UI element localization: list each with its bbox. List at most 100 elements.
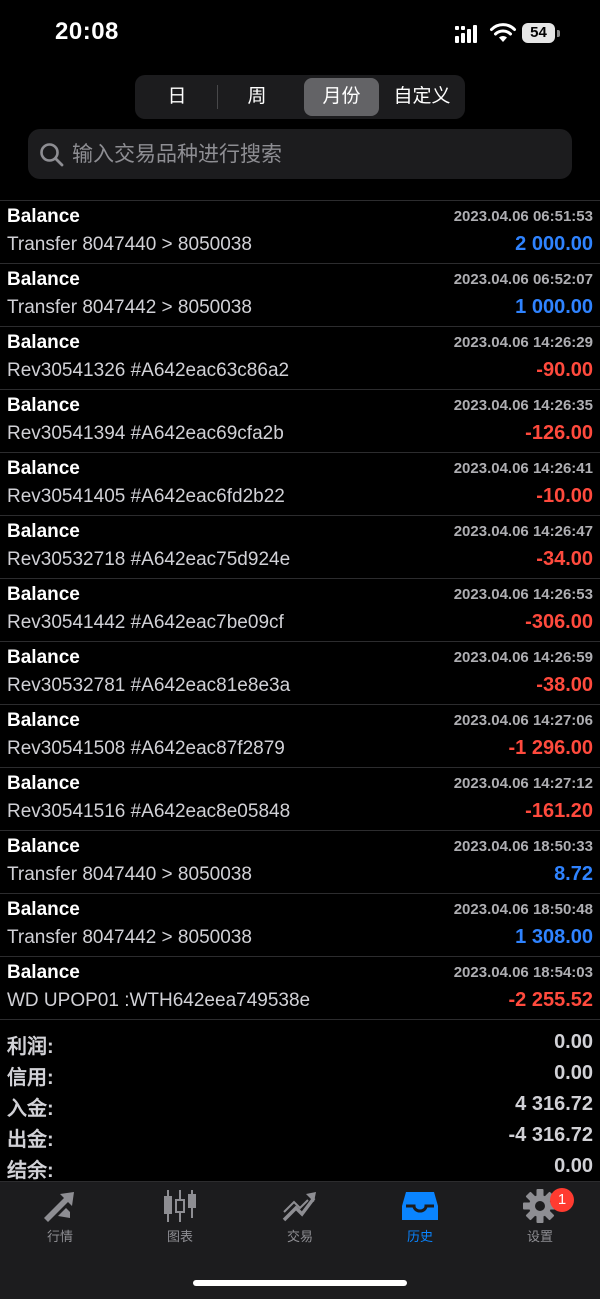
candlestick-chart-icon: [164, 1190, 196, 1222]
transaction-type: Balance: [7, 458, 80, 479]
transaction-comment: Rev30532718 #A642eac75d924e: [7, 549, 291, 570]
transaction-time: 2023.04.06 14:26:59: [453, 649, 593, 666]
tab-week[interactable]: 周: [219, 78, 295, 116]
transaction-time: 2023.04.06 06:51:53: [453, 208, 593, 225]
tab-trade[interactable]: 交易: [240, 1188, 360, 1252]
transaction-row[interactable]: Balance 2023.04.06 14:26:53 Rev30541442 #A…: [0, 578, 600, 641]
summary-value: 0.00: [554, 1155, 593, 1177]
transaction-amount: -306.00: [525, 611, 593, 633]
quotes-arrows-icon: [44, 1192, 74, 1222]
transaction-comment: Transfer 8047442 > 8050038: [7, 927, 252, 948]
tab-month[interactable]: 月份: [304, 78, 379, 116]
transaction-row[interactable]: Balance 2023.04.06 14:27:06 Rev30541508 #A…: [0, 704, 600, 767]
transaction-amount: 1 308.00: [515, 926, 593, 948]
transaction-amount: -161.20: [525, 800, 593, 822]
transaction-type: Balance: [7, 836, 80, 857]
transaction-comment: Transfer 8047440 > 8050038: [7, 234, 252, 255]
tab-chart[interactable]: 图表: [120, 1188, 240, 1252]
search-icon: [40, 143, 64, 167]
transaction-row[interactable]: Balance 2023.04.06 06:51:53 Transfer 80474…: [0, 200, 600, 263]
transaction-row[interactable]: Balance 2023.04.06 14:27:12 Rev30541516 #A…: [0, 767, 600, 830]
transaction-row[interactable]: Balance 2023.04.06 14:26:47 Rev30532718 #A…: [0, 515, 600, 578]
period-segmented-control: 日 周 月份 自定义: [135, 75, 465, 119]
home-indicator[interactable]: [193, 1280, 407, 1286]
transaction-type: Balance: [7, 773, 80, 794]
status-time: 20:08: [55, 18, 119, 45]
transaction-comment: Rev30532781 #A642eac81e8e3a: [7, 675, 291, 696]
transaction-row[interactable]: Balance 2023.04.06 14:26:41 Rev30541405 #A…: [0, 452, 600, 515]
transaction-amount: -10.00: [536, 485, 593, 507]
transaction-type: Balance: [7, 647, 80, 668]
search-input[interactable]: [70, 135, 564, 175]
tab-quotes-label: 行情: [46, 1229, 73, 1244]
summary-row: 入金: 4 316.72: [0, 1090, 600, 1121]
summary-label: 利润:: [7, 1036, 54, 1058]
summary-value: -4 316.72: [508, 1124, 593, 1146]
transaction-amount: 1 000.00: [515, 296, 593, 318]
history-inbox-icon: [402, 1192, 438, 1220]
transaction-row[interactable]: Balance 2023.04.06 18:54:03 WD UPOP01 :WTH…: [0, 956, 600, 1019]
summary-label: 出金:: [7, 1129, 54, 1151]
summary-row: 利润: 0.00: [0, 1028, 600, 1059]
tab-trade-label: 交易: [286, 1229, 313, 1244]
transaction-amount: -34.00: [536, 548, 593, 570]
transaction-amount: -90.00: [536, 359, 593, 381]
search-bar: [28, 129, 572, 179]
transaction-comment: Transfer 8047440 > 8050038: [7, 864, 252, 885]
transaction-time: 2023.04.06 14:26:35: [453, 397, 593, 414]
transaction-type: Balance: [7, 206, 80, 227]
battery-indicator: 54: [522, 23, 562, 45]
transaction-time: 2023.04.06 14:26:41: [453, 460, 593, 477]
tab-settings-label: 设置: [526, 1229, 553, 1244]
transaction-type: Balance: [7, 962, 80, 983]
transaction-row[interactable]: Balance 2023.04.06 18:50:48 Transfer 80474…: [0, 893, 600, 956]
tab-day[interactable]: 日: [139, 78, 215, 116]
transaction-time: 2023.04.06 14:26:29: [453, 334, 593, 351]
transaction-comment: Rev30541516 #A642eac8e05848: [7, 801, 291, 822]
transaction-amount: 2 000.00: [515, 233, 593, 255]
transaction-row[interactable]: Balance 2023.04.06 14:26:29 Rev30541326 #A…: [0, 326, 600, 389]
wifi-icon: [490, 23, 516, 42]
transaction-type: Balance: [7, 269, 80, 290]
transaction-comment: Rev30541394 #A642eac69cfa2b: [7, 423, 284, 444]
transaction-list: Balance 2023.04.06 06:51:53 Transfer 80474…: [0, 200, 600, 1020]
tab-history[interactable]: 历史: [360, 1188, 480, 1252]
transaction-row[interactable]: Balance 2023.04.06 18:50:33 Transfer 80474…: [0, 830, 600, 893]
transaction-amount: -126.00: [525, 422, 593, 444]
transaction-type: Balance: [7, 395, 80, 416]
summary-row: 信用: 0.00: [0, 1059, 600, 1090]
summary-value: 4 316.72: [515, 1093, 593, 1115]
transaction-time: 2023.04.06 14:27:06: [453, 712, 593, 729]
transaction-comment: Transfer 8047442 > 8050038: [7, 297, 252, 318]
tab-settings[interactable]: 设置 1: [480, 1188, 600, 1252]
tab-custom[interactable]: 自定义: [383, 78, 461, 116]
tab-quotes[interactable]: 行情: [0, 1188, 120, 1252]
transaction-time: 2023.04.06 18:54:03: [453, 964, 593, 981]
transaction-type: Balance: [7, 584, 80, 605]
summary-row: 出金: -4 316.72: [0, 1121, 600, 1152]
cellular-signal-icon: [455, 25, 477, 43]
tab-chart-label: 图表: [166, 1229, 193, 1244]
transaction-row[interactable]: Balance 2023.04.06 14:26:35 Rev30541394 #A…: [0, 389, 600, 452]
summary-label: 入金:: [7, 1098, 54, 1120]
transaction-time: 2023.04.06 14:26:47: [453, 523, 593, 540]
transaction-amount: -2 255.52: [508, 989, 593, 1011]
transaction-row[interactable]: Balance 2023.04.06 14:26:59 Rev30532781 #A…: [0, 641, 600, 704]
transaction-comment: Rev30541405 #A642eac6fd2b22: [7, 486, 285, 507]
transaction-amount: 8.72: [554, 863, 593, 885]
transaction-time: 2023.04.06 14:27:12: [453, 775, 593, 792]
transaction-type: Balance: [7, 332, 80, 353]
list-divider: [0, 1019, 600, 1020]
transaction-time: 2023.04.06 06:52:07: [453, 271, 593, 288]
transaction-comment: Rev30541508 #A642eac87f2879: [7, 738, 285, 759]
summary-label: 信用:: [7, 1067, 54, 1089]
transaction-comment: Rev30541326 #A642eac63c86a2: [7, 360, 290, 381]
transaction-time: 2023.04.06 14:26:53: [453, 586, 593, 603]
transaction-type: Balance: [7, 521, 80, 542]
transaction-row[interactable]: Balance 2023.04.06 06:52:07 Transfer 80474…: [0, 263, 600, 326]
bottom-tab-bar: 行情 图表 交易 历史 设置 1: [0, 1181, 600, 1299]
transaction-time: 2023.04.06 18:50:48: [453, 901, 593, 918]
summary-value: 0.00: [554, 1062, 593, 1084]
trade-trend-icon: [282, 1192, 316, 1222]
summary-section: 利润: 0.00 信用: 0.00 入金: 4 316.72 出金: -4 316.72 结余:…: [0, 1028, 600, 1183]
